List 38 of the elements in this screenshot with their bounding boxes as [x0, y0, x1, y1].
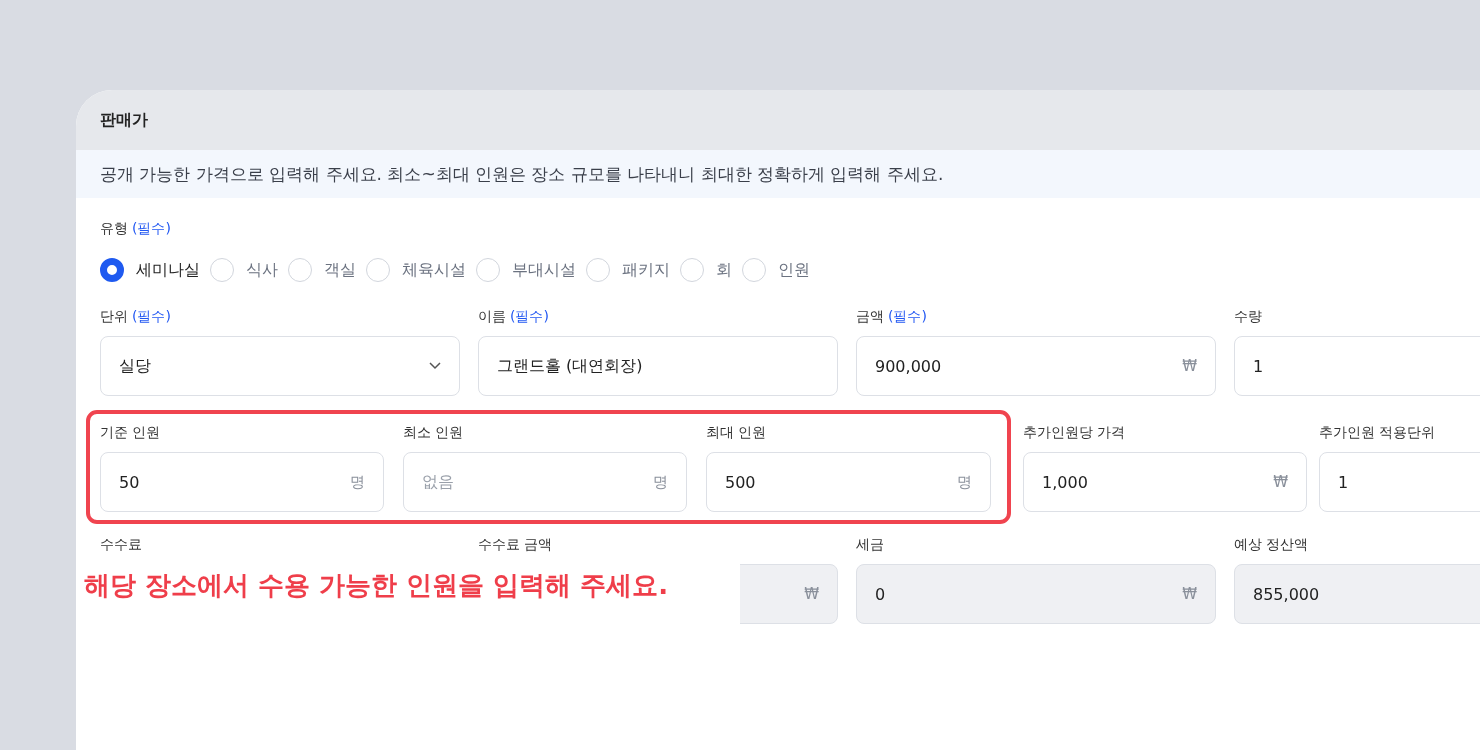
radio-label[interactable]: 식사 [246, 259, 278, 281]
field-label-text: 이름 [478, 308, 506, 326]
required-mark: (필수) [132, 220, 171, 238]
field-label-text: 기준 인원 [100, 424, 161, 442]
field-label-text: 수수료 [100, 536, 142, 554]
radio-button[interactable] [100, 258, 124, 282]
radio-label[interactable]: 인원 [778, 259, 810, 281]
required-mark: (필수) [132, 308, 171, 326]
field-label-text: 금액 [856, 308, 884, 326]
required-mark: (필수) [510, 308, 549, 326]
field-label-text: 최소 인원 [403, 424, 464, 442]
input-field[interactable]: 900,000 ₩ [856, 336, 1216, 396]
radio-label[interactable]: 세미나실 [136, 259, 200, 281]
input-field[interactable]: 1,000 ₩ [1023, 452, 1307, 512]
field-label-text: 추가인원당 가격 [1023, 424, 1126, 442]
field-label-text: 예상 정산액 [1234, 536, 1309, 554]
field-label-text: 수수료 금액 [478, 536, 553, 554]
field-label-text: 세금 [856, 536, 884, 554]
radio-label[interactable]: 객실 [324, 259, 356, 281]
section-title: 판매가 [76, 90, 1480, 150]
radio-label[interactable]: 회 [716, 259, 732, 281]
input-field[interactable]: 50 명 [100, 452, 384, 512]
input-field[interactable]: 그랜드홀 (대연회장) [478, 336, 838, 396]
input-field[interactable]: 1 [1234, 336, 1480, 396]
required-mark: (필수) [888, 308, 927, 326]
field-label-text: 최대 인원 [706, 424, 767, 442]
notice-text: 공개 가능한 가격으로 입력해 주세요. 최소~최대 인원은 장소 규모를 나타내니 최대한 정확하게 입력해 주세요. [76, 150, 1480, 198]
input-field[interactable]: 1 [1319, 452, 1480, 512]
radio-label[interactable]: 부대시설 [512, 259, 576, 281]
radio-label[interactable]: 패키지 [622, 259, 670, 281]
input-field[interactable]: 500 명 [706, 452, 991, 512]
field-label-text: 수량 [1234, 308, 1262, 326]
field-label-text: 추가인원 적용단위 [1319, 424, 1436, 442]
field-label-text: 단위 [100, 308, 128, 326]
select-field[interactable]: 실당 [100, 336, 460, 396]
chevron-down-icon [429, 362, 441, 370]
field-label-text: 유형 [100, 220, 128, 238]
radio-label[interactable]: 체육시설 [402, 259, 466, 281]
